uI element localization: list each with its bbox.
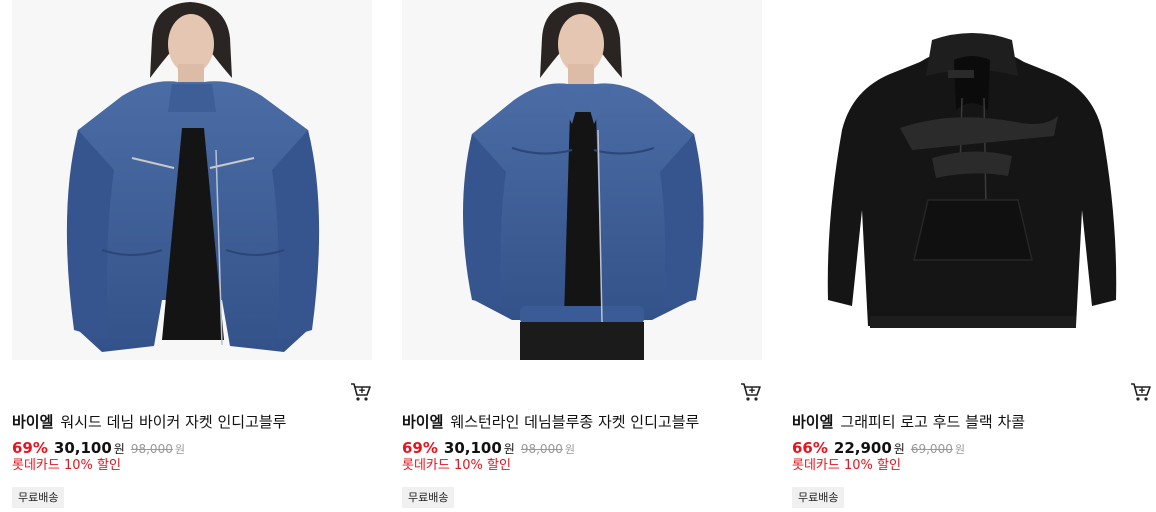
product-title[interactable]: 바이엘 웨스턴라인 데님블루종 자켓 인디고블루 [402, 412, 699, 432]
original-price: 98,000 [130, 442, 173, 456]
sale-price: 22,900 [833, 439, 892, 457]
product-card[interactable]: 바이엘 웨스턴라인 데님블루종 자켓 인디고블루 69% 30,100 원 98,000… [402, 0, 762, 512]
currency-label: 원 [503, 442, 515, 456]
free-shipping-badge: 무료배송 [402, 487, 455, 508]
product-name: 워시드 데님 바이커 자켓 인디고블루 [60, 413, 287, 431]
discount-rate: 69% [402, 439, 438, 457]
product-image-western-blouson[interactable] [402, 0, 762, 360]
product-name: 웨스턴라인 데님블루종 자켓 인디고블루 [450, 413, 700, 431]
product-title[interactable]: 바이엘 그래피티 로고 후드 블랙 차콜 [792, 412, 1025, 432]
sale-price: 30,100 [443, 439, 502, 457]
card-discount-promo: 롯데카드 10% 할인 [12, 458, 121, 473]
original-currency-label: 원 [174, 443, 185, 456]
product-image-biker-jacket[interactable] [12, 0, 372, 360]
original-currency-label: 원 [564, 443, 575, 456]
free-shipping-badge: 무료배송 [12, 487, 65, 508]
product-title[interactable]: 바이엘 워시드 데님 바이커 자켓 인디고블루 [12, 412, 286, 432]
original-price: 69,000 [910, 442, 953, 456]
brand-name: 바이엘 [12, 413, 54, 431]
product-card[interactable]: 바이엘 그래피티 로고 후드 블랙 차콜 66% 22,900 원 69,000 원 롯데… [792, 0, 1152, 512]
card-discount-promo: 롯데카드 10% 할인 [402, 458, 511, 473]
currency-label: 원 [113, 442, 125, 456]
brand-name: 바이엘 [792, 413, 834, 431]
product-card[interactable]: 바이엘 워시드 데님 바이커 자켓 인디고블루 69% 30,100 원 98,000 원… [12, 0, 372, 512]
discount-rate: 66% [792, 439, 828, 457]
original-price: 98,000 [520, 442, 563, 456]
free-shipping-badge: 무료배송 [792, 487, 845, 508]
currency-label: 원 [893, 442, 905, 456]
brand-name: 바이엘 [402, 413, 444, 431]
cart-icon[interactable] [350, 382, 372, 402]
product-name: 그래피티 로고 후드 블랙 차콜 [840, 413, 1026, 431]
discount-rate: 69% [12, 439, 48, 457]
cart-icon[interactable] [740, 382, 762, 402]
cart-icon[interactable] [1130, 382, 1152, 402]
card-discount-promo: 롯데카드 10% 할인 [792, 458, 901, 473]
sale-price: 30,100 [53, 439, 112, 457]
original-currency-label: 원 [954, 443, 965, 456]
product-image-graffiti-hoodie[interactable] [792, 0, 1152, 360]
